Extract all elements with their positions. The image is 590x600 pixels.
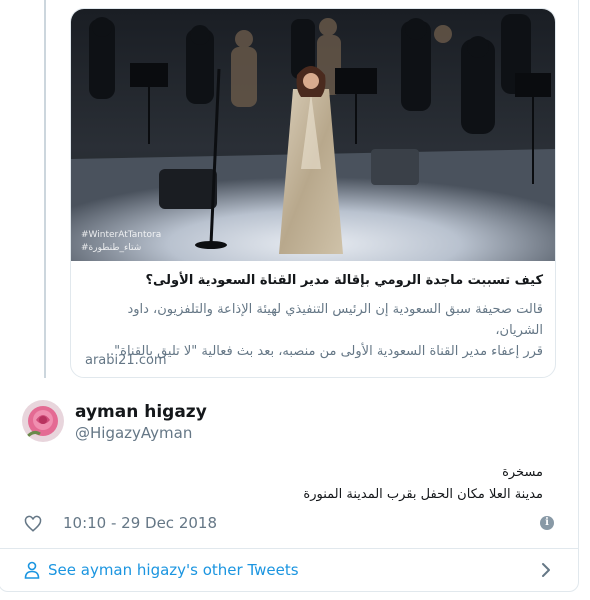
info-icon[interactable]: i — [540, 516, 554, 530]
concert-stage-photo: #WinterAtTantora #شتاء_طنطورة — [71, 9, 555, 261]
card-text-area[interactable]: كيف تسببت ماجدة الرومي بإقالة مدير القنا… — [71, 261, 555, 377]
rose-avatar-image — [22, 400, 64, 442]
user-handle[interactable]: @HigazyAyman — [75, 424, 192, 442]
image-hashtag: #WinterAtTantora — [81, 230, 161, 240]
link-preview-card[interactable]: #WinterAtTantora #شتاء_طنطورة كيف تسببت … — [70, 8, 556, 378]
chevron-right-icon[interactable] — [538, 561, 554, 579]
display-name[interactable]: ayman higazy — [75, 402, 207, 422]
footer-divider — [0, 548, 578, 549]
card-photo[interactable]: #WinterAtTantora #شتاء_طنطورة — [71, 9, 555, 261]
heart-icon[interactable] — [24, 515, 42, 533]
avatar[interactable] — [22, 400, 64, 442]
user-icon — [24, 561, 40, 579]
tweet-timestamp[interactable]: 10:10 - 29 Dec 2018 — [63, 514, 217, 532]
card-title: كيف تسببت ماجدة الرومي بإقالة مدير القنا… — [145, 273, 543, 288]
tweet-text: مسخرة مدينة العلا مكان الحفل بقرب المدين… — [143, 462, 543, 506]
thread-connector-line — [44, 0, 46, 378]
image-hashtag-ar: #شتاء_طنطورة — [81, 243, 141, 253]
card-description-line1: قالت صحيفة سبق السعودية إن الرئيس التنفي… — [127, 302, 543, 338]
see-other-tweets-link[interactable]: See ayman higazy's other Tweets — [48, 561, 299, 579]
card-domain: arabi21.com — [85, 353, 167, 368]
tweet-text-line1: مسخرة — [502, 465, 543, 480]
tweet-text-line2: مدينة العلا مكان الحفل بقرب المدينة المن… — [303, 487, 543, 502]
